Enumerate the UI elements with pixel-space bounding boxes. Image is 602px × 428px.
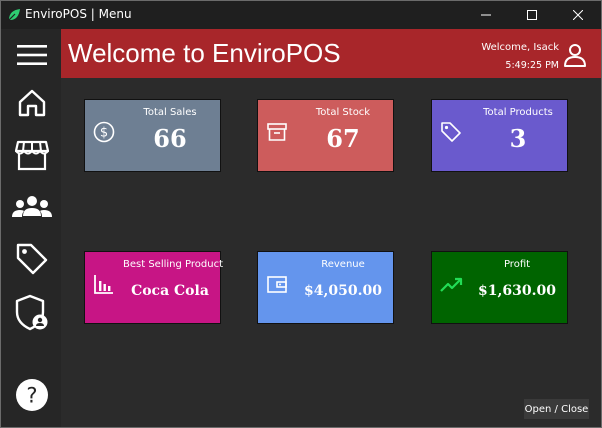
card-total-stock[interactable]: Total Stock 67 (257, 99, 394, 172)
minimize-button[interactable] (463, 1, 509, 29)
open-close-button[interactable]: Open / Close (524, 399, 589, 419)
hamburger-icon (17, 45, 47, 65)
card-label: Total Stock (315, 107, 371, 118)
card-best-selling-product[interactable]: Best Selling Product Coca Cola (84, 251, 223, 324)
archive-box-icon (266, 121, 288, 147)
user-greeting: Welcome, Isack (481, 42, 559, 53)
leaf-logo-icon (7, 7, 21, 21)
users-group-icon (12, 196, 52, 217)
app-window: EnviroPOS | Menu ? Welcome to EnviroPOS … (0, 0, 602, 428)
trending-up-icon (440, 276, 464, 298)
card-profit[interactable]: Profit $1,630.00 (431, 251, 568, 324)
card-label: Total Products (483, 107, 553, 118)
card-label: Profit (503, 259, 531, 270)
wallet-icon (266, 273, 288, 299)
sidebar: ? (1, 29, 61, 427)
store-icon (15, 140, 49, 171)
user-icon[interactable] (563, 43, 587, 71)
sidebar-item-users[interactable] (9, 185, 55, 229)
page-title: Welcome to EnviroPOS (68, 38, 341, 68)
maximize-button[interactable] (509, 1, 555, 29)
home-icon (18, 89, 46, 117)
card-label: Best Selling Product (123, 259, 223, 270)
card-value: 66 (153, 124, 187, 153)
tag-icon (16, 243, 48, 275)
svg-text:$: $ (100, 126, 108, 141)
maximize-icon (527, 10, 537, 20)
help-circle-icon: ? (16, 379, 48, 411)
card-value: 3 (509, 124, 527, 153)
close-button[interactable] (555, 1, 601, 29)
sidebar-item-home[interactable] (9, 81, 55, 125)
card-value: Coca Cola (131, 283, 209, 299)
dashboard-content: Welcome to EnviroPOS Welcome, Isack 5:49… (61, 29, 601, 427)
current-time: 5:49:25 PM (505, 60, 559, 71)
sidebar-item-store[interactable] (9, 133, 55, 177)
title-bar: EnviroPOS | Menu (1, 1, 601, 29)
help-glyph: ? (26, 384, 37, 408)
window-title: EnviroPOS | Menu (25, 7, 132, 21)
card-total-sales[interactable]: $ Total Sales 66 (84, 99, 221, 172)
card-label: Revenue (321, 259, 365, 270)
sidebar-item-products[interactable] (9, 237, 55, 281)
card-value: $4,050.00 (304, 283, 382, 299)
sidebar-menu-toggle[interactable] (9, 33, 55, 77)
minimize-icon (481, 14, 491, 16)
card-value: $1,630.00 (478, 283, 556, 299)
bar-chart-icon (93, 273, 115, 299)
shield-user-icon (15, 294, 48, 331)
card-value: 67 (326, 124, 360, 153)
tag-icon (440, 121, 462, 147)
card-label: Total Sales (143, 107, 197, 118)
sidebar-item-help[interactable]: ? (9, 373, 55, 417)
sidebar-item-admin[interactable] (9, 291, 55, 335)
dollar-circle-icon: $ (93, 121, 115, 147)
card-total-products[interactable]: Total Products 3 (431, 99, 568, 172)
close-icon (573, 10, 583, 20)
page-header: Welcome to EnviroPOS Welcome, Isack 5:49… (61, 29, 601, 78)
card-revenue[interactable]: Revenue $4,050.00 (257, 251, 394, 324)
